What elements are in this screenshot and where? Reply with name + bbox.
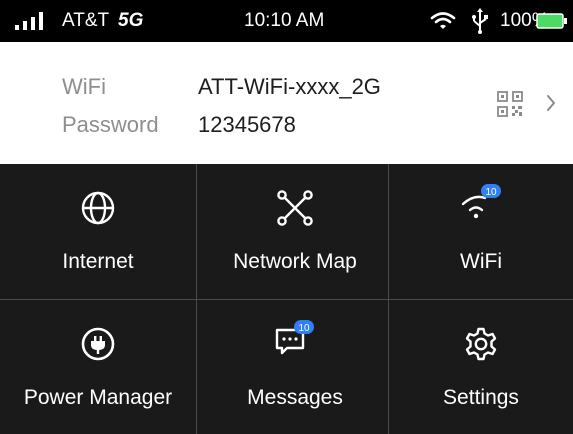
tile-label: Power Manager (23, 386, 173, 409)
clock: 10:10 AM (244, 10, 325, 31)
password-label: Password (62, 112, 159, 137)
home-screen: AT&T 5G 10:10 AM 100% WiFi ATT-WiFi-xxxx… (0, 0, 573, 434)
wifi-icon: 10 (389, 184, 573, 226)
grid-divider (0, 299, 573, 300)
tile-label: Settings (443, 386, 519, 409)
wifi-info-card[interactable]: WiFi ATT-WiFi-xxxx_2G Password 12345678 (0, 42, 573, 164)
wifi-badge-count: 10 (485, 187, 497, 198)
message-icon: 10 (197, 320, 393, 362)
tile-power-manager[interactable]: Power Manager (0, 300, 196, 434)
wifi-ssid: ATT-WiFi-xxxx_2G (198, 74, 381, 99)
status-bar: AT&T 5G 10:10 AM 100% (0, 0, 573, 42)
tile-label: Network Map (233, 250, 357, 273)
gear-icon (389, 326, 573, 362)
wifi-label: WiFi (62, 74, 106, 99)
network-map-icon (197, 190, 393, 226)
qr-code-icon[interactable] (496, 90, 524, 123)
network-type: 5G (118, 10, 144, 31)
tile-wifi[interactable]: 10 WiFi (389, 164, 573, 298)
tile-label: Messages (247, 386, 343, 409)
tile-messages[interactable]: 10 Messages (197, 300, 393, 434)
carrier-name: AT&T (62, 10, 110, 31)
globe-icon (0, 190, 196, 226)
messages-badge-count: 10 (298, 323, 310, 334)
tile-label: WiFi (460, 250, 502, 273)
usb-icon (470, 0, 490, 42)
wifi-icon (430, 0, 456, 42)
wifi-password: 12345678 (198, 112, 296, 137)
tile-settings[interactable]: Settings (389, 300, 573, 434)
tile-label: Internet (62, 250, 134, 273)
chevron-right-icon[interactable] (544, 92, 558, 119)
battery-icon (536, 0, 568, 42)
signal-bars-icon (14, 0, 50, 42)
tile-network-map[interactable]: Network Map (197, 164, 393, 298)
tile-internet[interactable]: Internet (0, 164, 196, 298)
power-plug-icon (0, 326, 196, 362)
